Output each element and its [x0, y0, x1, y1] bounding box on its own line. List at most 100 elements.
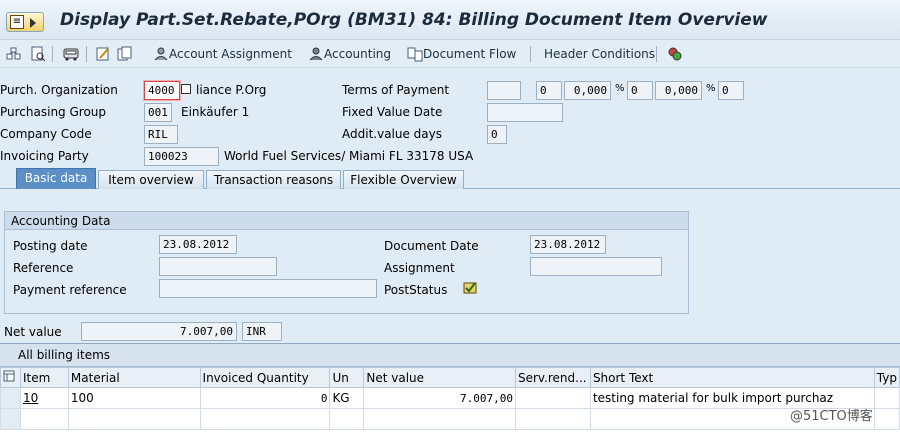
percent-sign: % [706, 83, 716, 94]
posting-date-field[interactable]: 23.08.2012 [159, 235, 237, 254]
company-code-label: Company Code [0, 127, 92, 141]
table-row[interactable] [0, 408, 900, 430]
find-document-icon[interactable] [30, 45, 46, 63]
column-header-net-value[interactable]: Net value [363, 367, 516, 388]
purch-org-label: Purch. Organization [0, 83, 118, 97]
invoicing-party-text: World Fuel Services/ Miami FL 33178 USA [224, 149, 474, 163]
assignment-field[interactable] [530, 257, 662, 276]
reference-field[interactable] [159, 257, 277, 276]
menu-arrow-icon [30, 18, 36, 28]
services-icon[interactable] [667, 45, 683, 63]
hierarchy-icon[interactable] [6, 45, 22, 63]
toolbar-separator [656, 46, 657, 62]
document-flow-button[interactable]: Document Flow [407, 45, 516, 63]
column-header-material[interactable]: Material [67, 367, 201, 388]
item-cell[interactable]: 10 [19, 387, 69, 409]
billing-items-caption: All billing items [0, 344, 900, 367]
column-header-type[interactable]: Typ [873, 367, 900, 388]
empty-cell [329, 408, 365, 430]
invoicing-party-label: Invoicing Party [0, 149, 89, 163]
terms-days1-field[interactable]: 0 [536, 81, 562, 100]
post-status-label: PostStatus [384, 283, 448, 297]
watermark: @51CTO博客 [790, 409, 873, 424]
column-header-unit[interactable]: Un [329, 367, 365, 388]
payment-reference-field[interactable] [159, 279, 377, 298]
accounting-label: Accounting [324, 47, 392, 61]
billing-items-grid: Item Material Invoiced Quantity Un Net v… [0, 367, 900, 430]
empty-cell [873, 408, 900, 430]
empty-cell [363, 408, 516, 430]
serv-rendered-cell [514, 387, 591, 409]
net-value-field[interactable]: 7.007,00 [81, 322, 237, 341]
copy-icon[interactable] [181, 84, 191, 94]
terms-pct2-field[interactable]: 0,000 [655, 81, 702, 100]
post-status-icon[interactable] [461, 280, 479, 299]
purch-org-field[interactable]: 4000 [144, 81, 180, 100]
account-assignment-icon [154, 47, 168, 61]
purch-org-text: liance P.Org [196, 83, 267, 97]
header-conditions-label: Header Conditions [544, 47, 656, 61]
tab-item-overview[interactable]: Item overview [98, 170, 204, 189]
header-conditions-button[interactable]: Header Conditions [544, 45, 655, 63]
material-cell: 100 [67, 387, 201, 409]
terms-of-payment-label: Terms of Payment [342, 83, 450, 97]
addit-value-days-field[interactable]: 0 [487, 125, 507, 144]
percent-sign: % [615, 83, 625, 94]
empty-cell [67, 408, 201, 430]
fixed-value-date-label: Fixed Value Date [342, 105, 443, 119]
toolbar-separator [86, 46, 87, 62]
tab-flexible-overview[interactable]: Flexible Overview [343, 170, 464, 189]
billing-items-table: All billing items Item Material Invoiced… [0, 343, 900, 433]
row-selector[interactable] [0, 408, 21, 430]
purch-group-label: Purchasing Group [0, 105, 107, 119]
terms-days2-field[interactable]: 0 [627, 81, 653, 100]
edit-icon[interactable] [95, 45, 111, 63]
unit-cell: KG [329, 387, 365, 409]
currency-field[interactable]: INR [242, 322, 282, 341]
invoicing-party-field[interactable]: 100023 [144, 147, 219, 166]
empty-cell [514, 408, 591, 430]
terms-days3-field[interactable]: 0 [718, 81, 744, 100]
toolbar-separator [530, 46, 531, 62]
page-title: Display Part.Set.Rebate,POrg (BM31) 84: … [60, 10, 768, 30]
company-code-field[interactable]: RIL [144, 125, 178, 144]
document-date-field[interactable]: 23.08.2012 [530, 235, 606, 254]
accounting-data-group: Accounting Data Posting date 23.08.2012 … [4, 211, 689, 314]
column-header-invoiced-quantity[interactable]: Invoiced Quantity [199, 367, 331, 388]
tab-transaction-reasons[interactable]: Transaction reasons [206, 170, 341, 189]
column-settings-icon[interactable] [0, 367, 21, 388]
column-header-serv-rendered[interactable]: Serv.rend... [514, 367, 591, 388]
terms-of-payment-field[interactable] [487, 81, 521, 100]
empty-cell [199, 408, 331, 430]
accounting-icon [309, 47, 323, 61]
type-cell [873, 387, 900, 409]
table-row[interactable]: 10 100 0 KG 7.007,00 testing material fo… [0, 387, 900, 409]
reference-label: Reference [13, 261, 74, 275]
column-header-item[interactable]: Item [19, 367, 69, 388]
application-toolbar: Account Assignment Accounting Document F… [0, 40, 900, 68]
row-selector[interactable] [0, 387, 21, 409]
net-value-cell: 7.007,00 [363, 387, 516, 409]
payment-reference-label: Payment reference [13, 283, 127, 297]
assignment-label: Assignment [384, 261, 455, 275]
purch-group-field[interactable]: 001 [144, 103, 172, 122]
title-bar: ≡ Display Part.Set.Rebate,POrg (BM31) 84… [0, 0, 900, 40]
toolbar-separator [52, 46, 53, 62]
column-header-short-text[interactable]: Short Text [589, 367, 875, 388]
document-flow-icon [407, 47, 423, 62]
tab-basic-data[interactable]: Basic data [16, 168, 96, 189]
invoiced-quantity-cell: 0 [199, 387, 331, 409]
posting-date-label: Posting date [13, 239, 88, 253]
item-link[interactable]: 10 [23, 391, 38, 405]
vehicle-icon[interactable] [62, 45, 80, 63]
fixed-value-date-field[interactable] [487, 103, 563, 122]
system-menu-button[interactable]: ≡ [6, 12, 44, 32]
addit-value-days-label: Addit.value days [342, 127, 443, 141]
accounting-button[interactable]: Accounting [308, 45, 391, 63]
accounting-data-title: Accounting Data [5, 212, 688, 230]
terms-pct1-field[interactable]: 0,000 [564, 81, 611, 100]
net-value-label: Net value [4, 325, 62, 339]
documents-icon[interactable] [117, 45, 133, 63]
menu-icon: ≡ [10, 15, 24, 29]
account-assignment-button[interactable]: Account Assignment [153, 45, 292, 63]
